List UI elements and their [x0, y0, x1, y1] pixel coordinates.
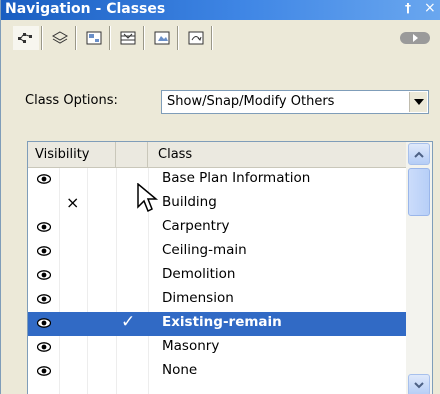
class-name: Existing-remain: [162, 314, 282, 330]
blank-column-header[interactable]: [116, 142, 148, 168]
dropdown-button[interactable]: [409, 92, 427, 112]
tab-separator: [211, 26, 213, 50]
class-row[interactable]: Demolition: [28, 264, 406, 288]
navigation-palette: Navigation - Classes † × Class Options: …: [0, 0, 440, 394]
title-bar[interactable]: Navigation - Classes † ×: [1, 0, 440, 20]
tab-separator: [109, 26, 111, 50]
references-tab-icon[interactable]: [183, 26, 209, 50]
class-list[interactable]: Visibility Class Base Plan Information × B…: [27, 141, 433, 394]
list-header: Visibility Class: [28, 142, 432, 168]
eye-icon[interactable]: [37, 246, 51, 256]
window-title: Navigation - Classes: [5, 1, 166, 17]
triangle-right-icon: [413, 34, 418, 42]
tab-separator: [143, 26, 145, 50]
scroll-thumb[interactable]: [408, 168, 430, 216]
mouse-pointer-icon: [137, 183, 159, 213]
class-row[interactable]: × Building: [28, 192, 406, 216]
class-row[interactable]: Carpentry: [28, 216, 406, 240]
class-row[interactable]: Dimension: [28, 288, 406, 312]
class-options-value: Show/Snap/Modify Others: [167, 94, 335, 109]
tab-separator: [177, 26, 179, 50]
class-row[interactable]: Ceiling-main: [28, 240, 406, 264]
class-name: Ceiling-main: [162, 242, 247, 258]
class-name: Base Plan Information: [162, 170, 311, 186]
class-name: Building: [162, 194, 217, 210]
pin-icon[interactable]: †: [405, 1, 411, 15]
close-icon[interactable]: ×: [424, 0, 436, 16]
eye-icon[interactable]: [37, 294, 51, 304]
class-name: Dimension: [162, 290, 234, 306]
vertical-scrollbar[interactable]: [406, 142, 432, 394]
eye-icon[interactable]: [37, 270, 51, 280]
eye-icon[interactable]: [37, 342, 51, 352]
class-row[interactable]: None: [28, 360, 406, 384]
chevron-down-icon: [414, 381, 424, 388]
tab-bar: [1, 20, 440, 52]
viewports-tab-icon[interactable]: [115, 26, 141, 50]
class-row[interactable]: ✓ Existing-remain: [28, 312, 406, 336]
checkmark-icon[interactable]: ✓: [121, 312, 135, 332]
class-options-row: Class Options: Show/Snap/Modify Others: [1, 86, 440, 116]
eye-icon[interactable]: [37, 222, 51, 232]
chevron-down-icon: [413, 99, 424, 105]
class-options-label: Class Options:: [25, 93, 118, 108]
class-row[interactable]: Base Plan Information: [28, 168, 406, 192]
x-mark-icon[interactable]: ×: [66, 193, 79, 212]
class-name: None: [162, 362, 198, 378]
class-column-header[interactable]: Class: [148, 142, 406, 168]
tab-separator: [75, 26, 77, 50]
scroll-down-button[interactable]: [408, 374, 430, 394]
saved-views-tab-icon[interactable]: [149, 26, 175, 50]
palette-menu-button[interactable]: [400, 32, 430, 44]
layers-tab-icon[interactable]: [47, 26, 73, 50]
eye-icon[interactable]: [37, 318, 51, 328]
class-name: Carpentry: [162, 218, 230, 234]
class-name: Demolition: [162, 266, 236, 282]
chevron-up-icon: [414, 151, 424, 158]
classes-tab-icon[interactable]: [13, 26, 39, 50]
visibility-column-header[interactable]: Visibility: [28, 142, 116, 168]
sheet-layers-tab-icon[interactable]: [81, 26, 107, 50]
tab-separator: [41, 26, 43, 50]
scroll-up-button[interactable]: [408, 143, 430, 165]
eye-icon[interactable]: [37, 366, 51, 376]
class-options-select[interactable]: Show/Snap/Modify Others: [161, 90, 429, 114]
eye-icon[interactable]: [37, 174, 51, 184]
class-row[interactable]: Masonry: [28, 336, 406, 360]
class-name: Masonry: [162, 338, 220, 354]
